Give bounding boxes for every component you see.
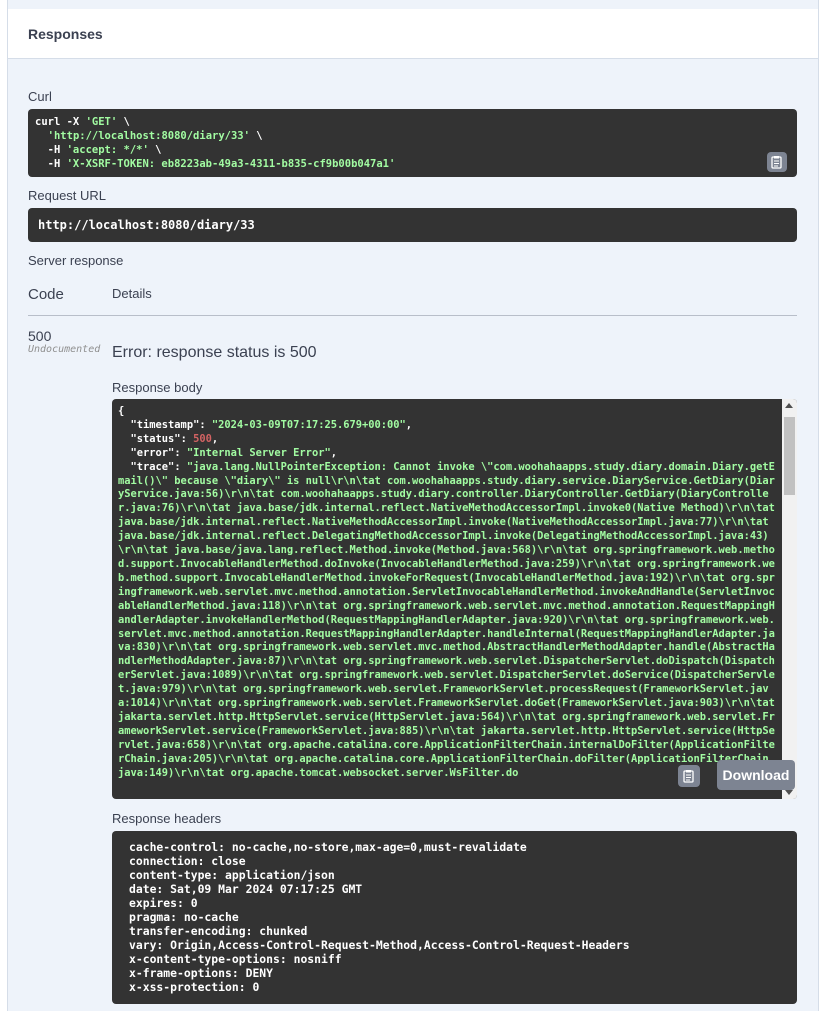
json-timestamp-key: "timestamp" [130,418,200,431]
json-error-value: "Internal Server Error" [186,446,331,459]
curl-method: 'GET' [85,116,118,128]
header-line: transfer-encoding: chunked [129,924,308,938]
header-line: pragma: no-cache [129,910,239,924]
top-strip [8,0,818,9]
curl-copy-button[interactable] [767,152,787,172]
curl-line3-suffix: \ [148,144,162,156]
header-line: x-xss-protection: 0 [129,980,260,994]
response-body-json: { "timestamp": "2024-03-09T07:17:25.679+… [118,405,782,779]
header-line: x-content-type-options: nosniff [129,952,342,966]
json-open-brace: { [118,405,125,417]
request-url-block: http://localhost:8080/diary/33 [28,208,797,242]
curl-line1-prefix: curl -X [35,116,86,128]
curl-line2-suffix: \ [249,130,263,142]
download-button[interactable]: Download [717,760,795,790]
responses-section: Responses Curl curl -X 'GET' \ 'http://l… [7,0,819,1011]
json-status-key: "status" [130,432,181,445]
scroll-thumb[interactable] [784,417,795,495]
responses-title: Responses [28,26,103,42]
status-code: 500 [28,328,52,344]
json-error-key: "error" [130,446,175,459]
response-headers-block: cache-control: no-cache,no-store,max-age… [112,831,797,1004]
header-line: expires: 0 [129,896,198,910]
header-line: content-type: application/json [129,868,335,882]
request-url-label: Request URL [28,188,107,203]
error-message: Error: response status is 500 [112,344,317,361]
curl-line1-suffix: \ [117,116,130,128]
details-column-header: Details [112,286,152,301]
curl-xsrf-header: 'X-XSRF-TOKEN: eb8223ab-49a3-4311-b835-c… [66,158,396,170]
json-timestamp-value: "2024-03-09T07:17:25.679+00:00" [211,418,406,431]
server-response-label: Server response [28,253,124,268]
header-line: cache-control: no-cache,no-store,max-age… [129,840,527,854]
clipboard-icon [683,770,694,783]
request-url-value: http://localhost:8080/diary/33 [38,218,255,232]
curl-line3-prefix: -H [35,144,67,156]
response-body-label: Response body [112,380,203,395]
response-headers-label: Response headers [112,811,222,826]
header-line: connection: close [129,854,246,868]
response-body-scrollbar[interactable] [782,399,797,799]
clipboard-icon [771,156,782,169]
json-status-value: 500 [193,432,212,445]
code-column-header: Code [28,286,64,303]
response-headers-list: cache-control: no-cache,no-store,max-age… [129,840,630,994]
scroll-up-arrow-icon[interactable] [785,403,793,408]
header-line: x-frame-options: DENY [129,966,274,980]
responses-header: Responses [8,9,818,59]
json-trace-key: "trace" [130,460,175,473]
table-divider [28,315,797,316]
curl-command: curl -X 'GET' \ 'http://localhost:8080/d… [35,115,395,171]
scroll-down-arrow-icon[interactable] [785,790,793,795]
curl-url: 'http://localhost:8080/diary/33' [47,130,250,142]
curl-block: curl -X 'GET' \ 'http://localhost:8080/d… [28,109,797,177]
curl-line4-prefix: -H [35,158,67,170]
curl-label: Curl [28,89,52,104]
body-copy-button[interactable] [678,765,700,787]
response-body-block[interactable]: { "timestamp": "2024-03-09T07:17:25.679+… [112,399,797,799]
header-line: date: Sat,09 Mar 2024 07:17:25 GMT [129,882,363,896]
header-line: vary: Origin,Access-Control-Request-Meth… [129,938,630,952]
json-trace-value: "java.lang.NullPointerException: Cannot … [118,460,782,779]
curl-accept-header: 'accept: */*' [66,144,149,156]
undocumented-badge: Undocumented [28,344,101,355]
